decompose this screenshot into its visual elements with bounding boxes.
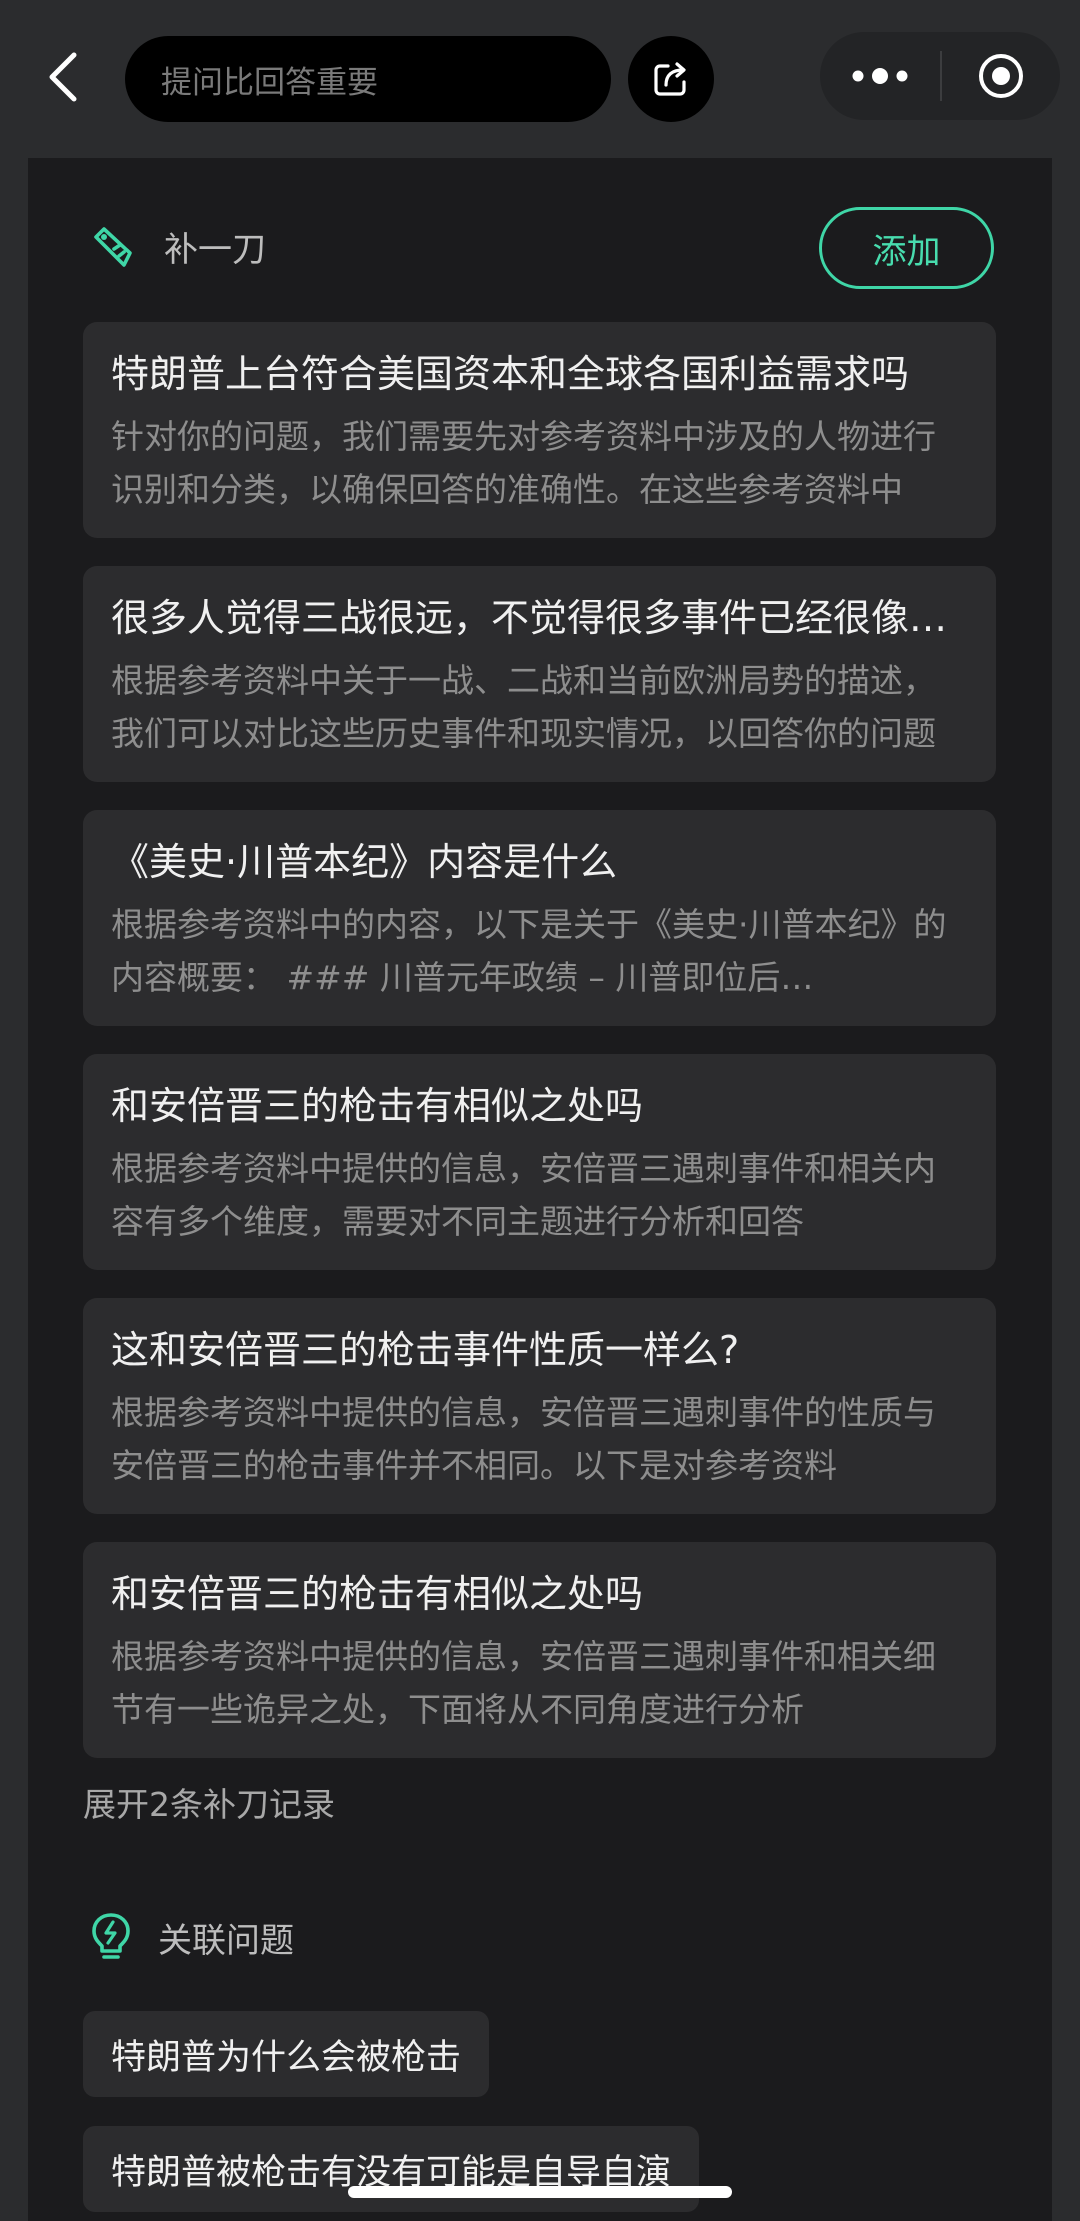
share-button[interactable] [628, 36, 714, 122]
card-question: 特朗普上台符合美国资本和全球各国利益需求吗 [111, 352, 910, 396]
card-answer: 根据参考资料中关于一战、二战和当前欧洲局势的描述，我们可以对比这些历史事件和现实… [111, 661, 936, 753]
related-question[interactable]: 特朗普被枪击有没有可能是自导自演 [83, 2126, 700, 2212]
content-panel: 补一刀 添加 特朗普上台符合美国资本和全球各国利益需求吗 针对你的问题，我们需要… [28, 158, 1052, 2221]
supplement-card[interactable]: 《美史·川普本纪》内容是什么 根据参考资料中的内容，以下是关于《美史·川普本纪》… [83, 810, 996, 1026]
card-answer: 根据参考资料中提供的信息，安倍晋三遇刺事件和相关细节有一些诡异之处，下面将从不同… [111, 1637, 936, 1729]
lightbulb-icon [92, 1913, 130, 1959]
supplement-card[interactable]: 特朗普上台符合美国资本和全球各国利益需求吗 针对你的问题，我们需要先对参考资料中… [83, 322, 996, 538]
related-header: 关联问题 [90, 1912, 294, 1962]
card-question: 和安倍晋三的枪击有相似之处吗 [111, 1572, 644, 1616]
supplement-card[interactable]: 很多人觉得三战很远，不觉得很多事件已经很像了吗 根据参考资料中关于一战、二战和当… [83, 566, 996, 782]
card-question: 很多人觉得三战很远，不觉得很多事件已经很像了吗 [111, 596, 968, 640]
related-title: 关联问题 [158, 1920, 294, 1961]
back-button[interactable] [38, 46, 88, 108]
close-miniprogram-button[interactable] [942, 32, 1060, 120]
more-dots-icon [852, 68, 908, 84]
supplement-header: 补一刀 [90, 222, 266, 271]
more-button[interactable] [820, 32, 940, 120]
knife-tag-icon [94, 226, 132, 267]
mini-program-capsule [820, 32, 1060, 120]
card-answer: 根据参考资料中的内容，以下是关于《美史·川普本纪》的内容概要： ### 川普元年… [111, 905, 947, 997]
top-bar: 提问比回答重要 [0, 0, 1080, 158]
supplement-card[interactable]: 和安倍晋三的枪击有相似之处吗 根据参考资料中提供的信息，安倍晋三遇刺事件和相关细… [83, 1542, 996, 1758]
expand-records-link[interactable]: 展开2条补刀记录 [83, 1778, 335, 1826]
supplement-card[interactable]: 和安倍晋三的枪击有相似之处吗 根据参考资料中提供的信息，安倍晋三遇刺事件和相关内… [83, 1054, 996, 1270]
card-answer: 根据参考资料中提供的信息，安倍晋三遇刺事件和相关内容有多个维度，需要对不同主题进… [111, 1149, 936, 1241]
chevron-left-icon [49, 52, 77, 102]
card-answer: 根据参考资料中提供的信息，安倍晋三遇刺事件的性质与安倍晋三的枪击事件并不相同。以… [111, 1393, 936, 1485]
share-icon [654, 62, 686, 96]
related-question[interactable]: 特朗普为什么会被枪击 [83, 2011, 490, 2097]
supplement-title: 补一刀 [164, 230, 266, 270]
search-placeholder: 提问比回答重要 [161, 64, 378, 101]
supplement-card[interactable]: 这和安倍晋三的枪击事件性质一样么? 根据参考资料中提供的信息，安倍晋三遇刺事件的… [83, 1298, 996, 1514]
card-question: 这和安倍晋三的枪击事件性质一样么? [111, 1328, 740, 1372]
card-answer: 针对你的问题，我们需要先对参考资料中涉及的人物进行识别和分类，以确保回答的准确性… [111, 417, 936, 509]
card-question: 《美史·川普本纪》内容是什么 [111, 840, 618, 884]
target-circle-icon [979, 54, 1023, 98]
card-question: 和安倍晋三的枪击有相似之处吗 [111, 1084, 644, 1128]
add-button[interactable]: 添加 [819, 207, 994, 289]
home-indicator[interactable] [348, 2186, 732, 2198]
search-input[interactable]: 提问比回答重要 [125, 36, 611, 122]
